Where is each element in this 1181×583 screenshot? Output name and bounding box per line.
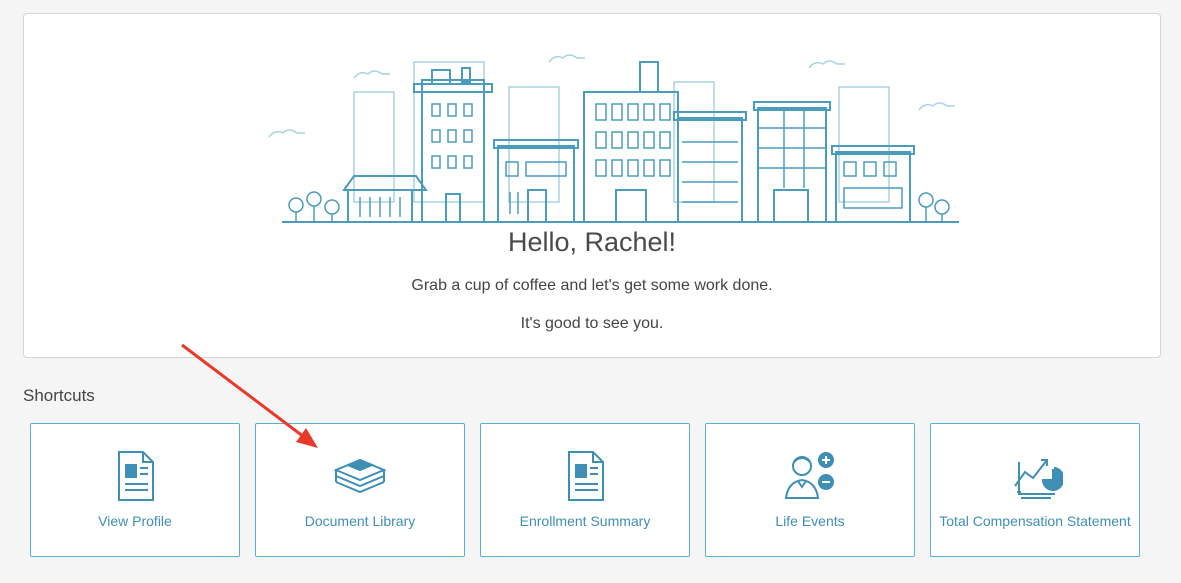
profile-document-icon <box>118 451 154 501</box>
person-plus-minus-icon <box>784 452 834 499</box>
stacked-books-icon <box>333 458 387 494</box>
tile-label: Document Library <box>304 513 416 529</box>
compensation-chart-icon <box>1014 459 1063 499</box>
tile-label: Enrollment Summary <box>519 513 651 529</box>
tile-label: Total Compensation Statement <box>939 513 1131 529</box>
shortcut-enrollment-summary[interactable]: Enrollment Summary <box>480 423 690 557</box>
shortcut-life-events[interactable]: Life Events <box>705 423 915 557</box>
city-skyline-illustration <box>268 54 959 223</box>
welcome-card: Hello, Rachel! Grab a cup of coffee and … <box>23 13 1161 358</box>
enrollment-document-icon <box>568 451 604 501</box>
shortcut-document-library[interactable]: Document Library <box>255 423 465 557</box>
shortcut-total-compensation-statement[interactable]: Total Compensation Statement <box>930 423 1140 557</box>
welcome-message: Grab a cup of coffee and let's get some … <box>411 277 773 294</box>
tile-label: View Profile <box>98 513 172 529</box>
shortcut-view-profile[interactable]: View Profile <box>30 423 240 557</box>
greeting-heading: Hello, Rachel! <box>507 227 677 257</box>
welcome-submessage: It's good to see you. <box>520 315 664 332</box>
tile-label: Life Events <box>775 513 845 529</box>
shortcuts-heading: Shortcuts <box>23 386 95 405</box>
